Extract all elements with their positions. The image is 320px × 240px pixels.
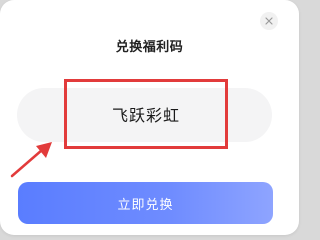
close-button[interactable] [260, 12, 278, 30]
redeem-dialog: 兑换福利码 飞跃彩虹 立即兑换 [0, 0, 299, 235]
arrow-icon [10, 142, 52, 178]
close-icon [265, 17, 273, 25]
highlight-box [64, 79, 228, 149]
redeem-button[interactable]: 立即兑换 [18, 182, 273, 224]
dialog-title: 兑换福利码 [115, 40, 184, 55]
